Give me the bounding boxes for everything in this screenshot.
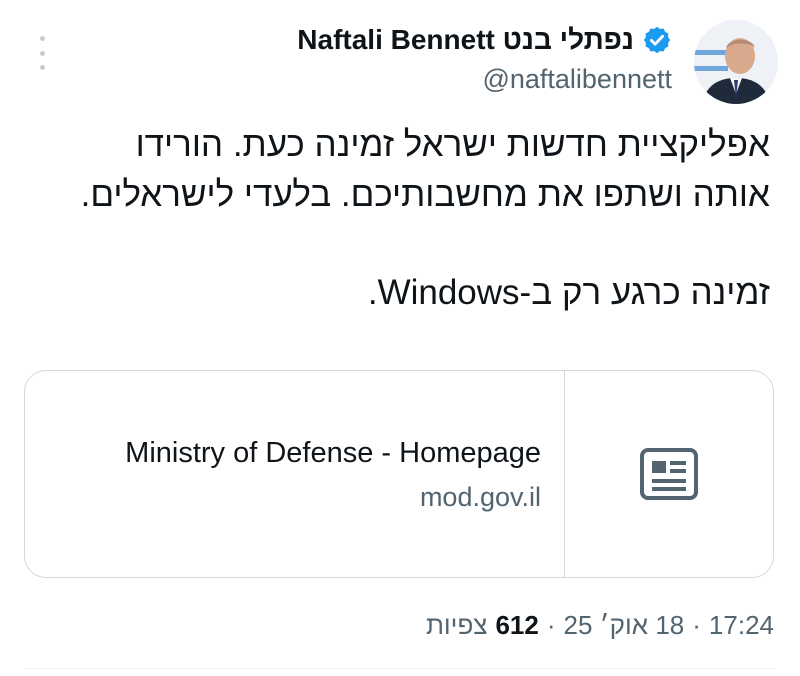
link-card-text: Ministry of Defense - Homepage mod.gov.i… [125, 437, 541, 513]
meta-separator: · [692, 610, 701, 640]
author-handle[interactable]: @naftalibennett [297, 64, 672, 95]
tweet-meta: 17:24 · 18 אוק׳ 25 · 612 צפיות [426, 610, 774, 641]
tweet-text-line: אפליקציית חדשות ישראל זמינה כעת. הורידו [135, 125, 770, 164]
author-names: Naftali Bennett נפתלי בנט @naftalibennet… [297, 24, 672, 95]
more-dot [39, 36, 45, 41]
newspaper-icon [640, 448, 698, 500]
link-card-title: Ministry of Defense - Homepage [125, 437, 541, 469]
verified-badge-icon [643, 26, 671, 54]
tweet-text-line: אותה ושתפו את מחשבותיכם. בלעדי לישראלים. [80, 175, 770, 214]
link-card[interactable]: Ministry of Defense - Homepage mod.gov.i… [24, 370, 774, 578]
link-card-thumbnail [564, 371, 773, 577]
views-label: צפיות [425, 610, 488, 640]
more-dot [39, 65, 45, 70]
tweet: Naftali Bennett נפתלי בנט @naftalibennet… [0, 0, 800, 676]
author-name-row[interactable]: Naftali Bennett נפתלי בנט [297, 24, 672, 56]
author-display-name[interactable]: Naftali Bennett נפתלי בנט [297, 24, 634, 56]
tweet-text-line: זמינה כרגע רק ב-Windows. [367, 273, 770, 312]
more-dot [39, 50, 45, 56]
tweet-date[interactable]: 18 אוק׳ 25 [564, 610, 685, 641]
link-card-domain: mod.gov.il [419, 482, 541, 512]
divider [24, 668, 776, 669]
tweet-text: אפליקציית חדשות ישראל זמינה כעת. הורידו … [20, 120, 770, 318]
more-vertical-icon[interactable] [30, 36, 54, 70]
views-count: 612 [495, 610, 539, 640]
avatar-image [694, 20, 778, 104]
avatar[interactable] [694, 20, 778, 104]
tweet-time[interactable]: 17:24 [709, 610, 774, 641]
meta-separator: · [546, 610, 556, 640]
